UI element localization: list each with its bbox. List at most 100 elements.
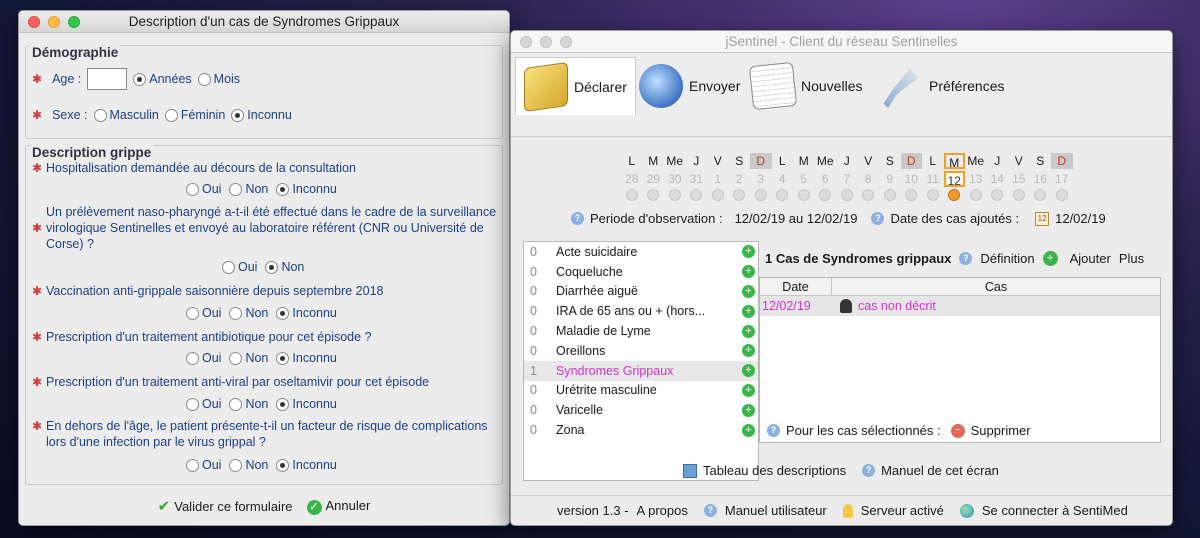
calendar-day-dot[interactable] xyxy=(733,189,746,201)
radio-selected-icon[interactable] xyxy=(276,182,290,196)
calendar-date[interactable]: 1 xyxy=(707,171,729,187)
calendar-date[interactable]: 9 xyxy=(879,171,901,187)
disease-list-item[interactable]: 0 Varicelle + xyxy=(524,400,758,420)
disease-list-item[interactable]: 0 Urétrite masculine + xyxy=(524,381,758,401)
option-oui[interactable]: Oui xyxy=(186,306,221,320)
disease-list-item[interactable]: 0 Acte suicidaire + xyxy=(524,242,758,262)
column-date[interactable]: Date xyxy=(760,278,832,295)
calendar-day-dot[interactable] xyxy=(647,189,660,201)
calendar-day-dot[interactable] xyxy=(948,189,961,201)
calendar-day-dot[interactable] xyxy=(797,189,810,201)
close-window-icon[interactable] xyxy=(520,36,532,48)
calendar-date[interactable]: 31 xyxy=(686,171,708,187)
radio-selected-icon[interactable] xyxy=(276,458,290,472)
radio-selected-icon[interactable] xyxy=(276,397,290,411)
calendar-date[interactable]: 28 xyxy=(621,171,643,187)
close-window-icon[interactable] xyxy=(28,16,40,28)
option-non[interactable]: Non xyxy=(229,458,268,472)
calendar-day-dot[interactable] xyxy=(926,189,939,201)
radio-icon[interactable] xyxy=(229,397,243,411)
option-oui[interactable]: Oui xyxy=(186,458,221,472)
calendar-date[interactable]: 7 xyxy=(836,171,858,187)
calendar-day-dot[interactable] xyxy=(905,189,918,201)
radio-selected-icon[interactable] xyxy=(276,351,290,365)
help-icon[interactable]: ? xyxy=(767,424,780,437)
option-oui[interactable]: Oui xyxy=(186,351,221,365)
calendar-icon[interactable]: 12 xyxy=(1035,211,1050,226)
definition-link[interactable]: Définition xyxy=(980,251,1034,266)
disease-list-item[interactable]: 1 Syndromes Grippaux + xyxy=(524,360,758,381)
calendar-day-dot[interactable] xyxy=(1055,189,1068,201)
user-manual-link[interactable]: Manuel utilisateur xyxy=(725,503,827,518)
more-button[interactable]: Plus xyxy=(1119,251,1144,266)
add-case-icon[interactable]: + xyxy=(742,324,755,338)
calendar-date[interactable]: 8 xyxy=(858,171,880,187)
calendar-day-dot[interactable] xyxy=(711,189,724,201)
calendar-date[interactable]: 30 xyxy=(664,171,686,187)
calendar-day-dot[interactable] xyxy=(840,189,853,201)
radio-icon[interactable] xyxy=(186,458,199,472)
calendar-day-dot[interactable] xyxy=(1012,189,1025,201)
calendar-date[interactable]: 3 xyxy=(750,171,772,187)
maximize-window-icon[interactable] xyxy=(68,16,80,28)
about-link[interactable]: A propos xyxy=(637,503,688,518)
option-oui[interactable]: Oui xyxy=(186,182,221,196)
calendar-day-dot[interactable] xyxy=(690,189,703,201)
minimize-window-icon[interactable] xyxy=(48,16,60,28)
help-icon[interactable]: ? xyxy=(871,212,885,225)
calendar-date[interactable]: 15 xyxy=(1008,171,1030,187)
age-unit-mois[interactable]: Mois xyxy=(197,72,240,86)
calendar-date[interactable]: 11 xyxy=(922,171,944,187)
calendar-date[interactable]: 6 xyxy=(815,171,837,187)
connect-sentimed-link[interactable]: Se connecter à SentiMed xyxy=(982,503,1128,518)
option-inconnu[interactable]: Inconnu xyxy=(276,182,337,196)
main-titlebar[interactable]: jSentinel - Client du réseau Sentinelles xyxy=(511,31,1172,53)
add-case-icon[interactable]: + xyxy=(742,383,755,397)
sexe-inconnu[interactable]: Inconnu xyxy=(231,108,292,122)
age-unit-annees[interactable]: Années xyxy=(133,72,192,86)
table-row[interactable]: 12/02/19 cas non décrit xyxy=(760,296,1160,316)
disease-list-item[interactable]: 0 Maladie de Lyme + xyxy=(524,321,758,341)
help-icon[interactable]: ? xyxy=(703,504,717,517)
calendar-day-dot[interactable] xyxy=(883,189,896,201)
option-non[interactable]: Non xyxy=(229,182,268,196)
calendar-day-dot[interactable] xyxy=(754,189,767,201)
option-oui[interactable]: Oui xyxy=(222,260,257,274)
radio-icon[interactable] xyxy=(186,397,199,411)
calendar-day-dot[interactable] xyxy=(668,189,681,201)
option-non[interactable]: Non xyxy=(229,306,268,320)
calendar-date[interactable]: 12 xyxy=(943,171,965,188)
globe-icon[interactable] xyxy=(959,503,974,518)
preferences-button[interactable]: Préférences xyxy=(879,57,1004,115)
add-case-icon[interactable]: + xyxy=(742,344,755,358)
radio-selected-icon[interactable] xyxy=(133,72,147,86)
option-non[interactable]: Non xyxy=(265,260,304,274)
radio-selected-icon[interactable] xyxy=(265,260,279,274)
calendar-day-dot[interactable] xyxy=(776,189,789,201)
calendar-date[interactable]: 29 xyxy=(643,171,665,187)
radio-icon[interactable] xyxy=(164,108,178,122)
option-oui[interactable]: Oui xyxy=(186,397,221,411)
radio-icon[interactable] xyxy=(197,72,211,86)
add-case-icon[interactable]: + xyxy=(742,403,755,417)
radio-icon[interactable] xyxy=(93,108,107,122)
help-icon[interactable]: ? xyxy=(959,252,973,265)
radio-selected-icon[interactable] xyxy=(231,108,245,122)
add-icon[interactable]: + xyxy=(1042,251,1058,266)
radio-icon[interactable] xyxy=(222,260,235,274)
screen-manual-link[interactable]: Manuel de cet écran xyxy=(881,463,999,478)
validate-button[interactable]: ✔ Valider ce formulaire xyxy=(158,497,293,515)
calendar-date[interactable]: 17 xyxy=(1051,171,1073,187)
add-case-icon[interactable]: + xyxy=(742,423,755,437)
calendar-day-dot[interactable] xyxy=(819,189,832,201)
calendar-day-dot[interactable] xyxy=(862,189,875,201)
disease-list-item[interactable]: 0 Coqueluche + xyxy=(524,262,758,282)
maximize-window-icon[interactable] xyxy=(560,36,572,48)
radio-icon[interactable] xyxy=(229,306,243,320)
option-inconnu[interactable]: Inconnu xyxy=(276,306,337,320)
calendar-day-dot[interactable] xyxy=(625,189,638,201)
add-case-icon[interactable]: + xyxy=(742,364,755,378)
help-icon[interactable]: ? xyxy=(571,212,584,225)
add-case-button[interactable]: Ajouter xyxy=(1070,251,1111,266)
disease-list-item[interactable]: 0 Oreillons + xyxy=(524,341,758,361)
